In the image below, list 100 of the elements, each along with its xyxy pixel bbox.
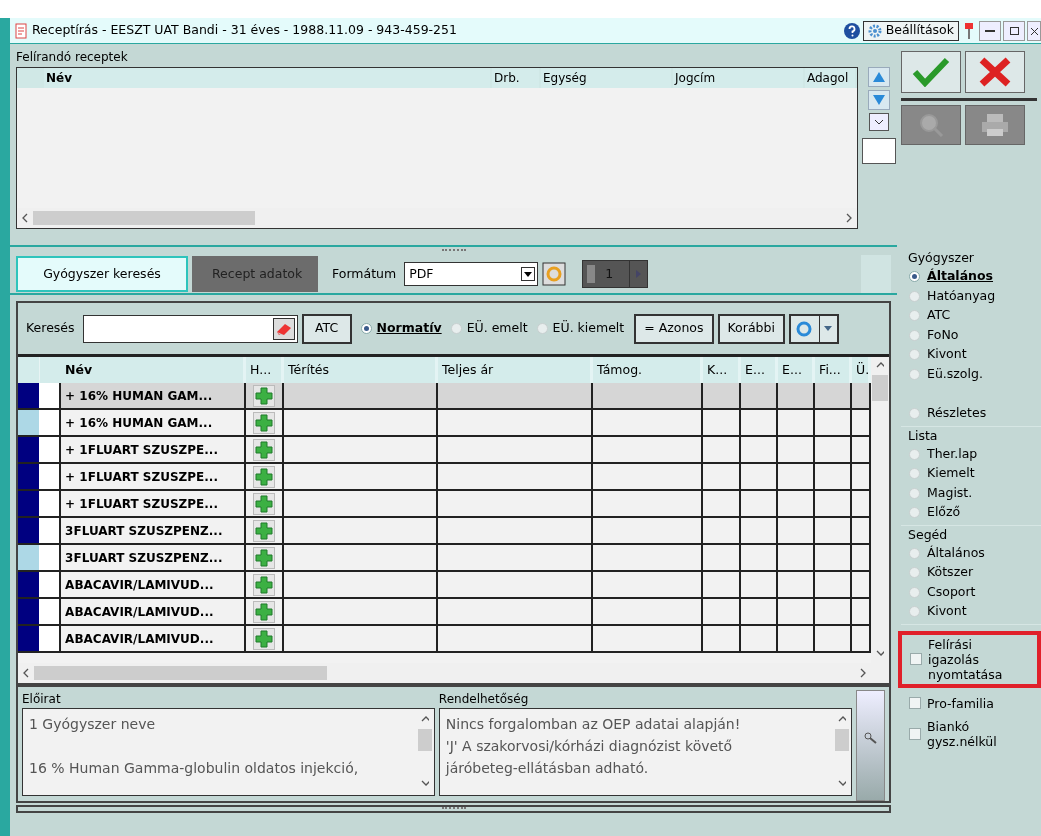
maximize-button[interactable] xyxy=(1003,20,1025,41)
text-line: 'J' A szakorvosi/kórházi diagnózist követő xyxy=(445,737,734,756)
radio-button[interactable] xyxy=(909,349,920,361)
radio-button[interactable] xyxy=(909,606,920,618)
radio-button[interactable] xyxy=(909,487,920,499)
column-header[interactable]: Egység xyxy=(541,68,671,88)
radio-button[interactable] xyxy=(909,507,920,519)
radio-label[interactable]: Kivont xyxy=(927,602,967,622)
chevron-left-icon[interactable] xyxy=(21,213,29,223)
chevron-right-icon[interactable] xyxy=(845,213,853,223)
radio-label[interactable]: FoNo xyxy=(927,325,959,345)
minimize-button[interactable] xyxy=(979,20,1001,41)
accept-button[interactable] xyxy=(901,51,961,93)
chevron-left-icon[interactable] xyxy=(22,668,30,678)
radio-button[interactable] xyxy=(909,586,920,598)
preview-button[interactable] xyxy=(901,105,961,145)
radio-button[interactable] xyxy=(909,448,920,460)
tab[interactable]: Gyógyszer keresés xyxy=(16,256,188,292)
plus-icon[interactable] xyxy=(254,574,275,595)
radio-button[interactable] xyxy=(450,323,462,334)
zoom-button[interactable] xyxy=(855,690,885,801)
radio-label[interactable]: Eü.szolg. xyxy=(927,364,983,384)
table-cell: ABACAVIR/LAMIVUD... xyxy=(61,599,247,624)
radio-label[interactable]: Általános xyxy=(927,267,993,287)
small-field[interactable] xyxy=(862,138,896,164)
format-label: Formátum xyxy=(332,264,397,283)
radio-label[interactable]: Normatív xyxy=(376,319,442,338)
column-header[interactable]: Adagol xyxy=(805,68,855,88)
splitter-grip[interactable] xyxy=(16,805,891,813)
text-area[interactable]: 1 Gyógyszer neve 16 % Human Gamma-globulin oldatos injekció, xyxy=(22,708,435,796)
dropdown-arrow-icon xyxy=(824,326,833,331)
radio-label[interactable]: Általános xyxy=(927,543,985,563)
radio-label[interactable]: Magist. xyxy=(927,483,973,503)
radio-label[interactable]: ATC xyxy=(927,306,951,326)
radio-button[interactable] xyxy=(909,408,920,420)
scrollbar-thumb[interactable] xyxy=(417,729,432,751)
radio-label[interactable]: Kiemelt xyxy=(927,464,975,484)
move-up-button[interactable] xyxy=(868,67,890,87)
radio-label[interactable]: Ther.lap xyxy=(927,444,978,464)
print-button[interactable] xyxy=(965,105,1025,145)
table-cell: + 1FLUART SZUSZPE... xyxy=(61,491,247,516)
cancel-button[interactable] xyxy=(965,51,1025,93)
radio-button[interactable] xyxy=(360,323,372,334)
radio-label[interactable]: Csoport xyxy=(927,582,976,602)
table-cell: 3FLUART SZUSZPENZ... xyxy=(61,518,247,543)
help-icon[interactable] xyxy=(842,21,861,40)
radio-label[interactable]: Kötszer xyxy=(927,563,974,583)
radio-button[interactable] xyxy=(909,368,920,380)
attachment-icon[interactable] xyxy=(542,262,567,286)
scrollbar-thumb[interactable] xyxy=(834,729,849,751)
plus-icon[interactable] xyxy=(254,547,275,568)
format-select[interactable]: PDF xyxy=(404,262,539,286)
plus-icon[interactable] xyxy=(254,493,275,514)
eraser-icon[interactable] xyxy=(272,317,295,340)
radio-button[interactable] xyxy=(909,310,920,322)
search-field[interactable] xyxy=(82,314,298,343)
expand-button[interactable] xyxy=(869,113,889,131)
plus-icon[interactable] xyxy=(254,628,275,649)
radio-button[interactable] xyxy=(536,323,548,334)
text-area[interactable]: Nincs forgalomban az OEP adatai alapján! 'J' A szakorvosi/kórházi diagnózist követő járóbeteg-ellátásban adható. xyxy=(438,708,852,796)
radio-label[interactable]: Előző xyxy=(927,503,961,523)
plus-icon[interactable] xyxy=(254,520,275,541)
column-header[interactable]: Drb. xyxy=(492,68,539,88)
radio-button[interactable] xyxy=(909,468,920,480)
radio-button[interactable] xyxy=(909,547,920,559)
plus-icon[interactable] xyxy=(254,466,275,487)
checkbox-label[interactable]: Biankó gysz.nélkül xyxy=(927,718,1007,749)
checkbox[interactable] xyxy=(910,653,922,665)
dropdown-arrow-icon[interactable] xyxy=(524,271,533,277)
search-icon xyxy=(863,731,878,745)
radio-label[interactable]: Részletes xyxy=(927,404,987,424)
radio-button[interactable] xyxy=(909,329,920,341)
checkbox[interactable] xyxy=(909,697,921,709)
radio-button[interactable] xyxy=(909,567,920,579)
column-header[interactable]: Név xyxy=(44,68,490,88)
scrollbar-thumb[interactable] xyxy=(872,375,889,401)
radio-button[interactable] xyxy=(909,271,920,283)
table-cell: + 1FLUART SZUSZPE... xyxy=(61,437,247,462)
group-title: Gyógyszer xyxy=(907,249,975,267)
text-line: 1 Gyógyszer neve xyxy=(29,715,157,734)
atc-button[interactable]: ATC xyxy=(301,313,352,344)
column-header[interactable]: Jogcím xyxy=(673,68,803,88)
filter-button[interactable]: = Azonos xyxy=(634,313,714,344)
plus-icon[interactable] xyxy=(254,385,275,406)
radio-label[interactable]: EÜ. emelt xyxy=(466,319,528,338)
plus-icon[interactable] xyxy=(254,439,275,460)
refresh-dropdown-button[interactable] xyxy=(788,313,839,344)
filter-button[interactable]: Korábbi xyxy=(717,313,785,344)
chevron-right-icon[interactable] xyxy=(859,668,868,678)
radio-label[interactable]: Kivont xyxy=(927,345,967,365)
checkbox-label[interactable]: Pro-familia xyxy=(927,695,1007,711)
settings-button[interactable]: Beállítások xyxy=(862,20,959,41)
radio-label[interactable]: EÜ. kiemelt xyxy=(552,319,625,338)
radio-button[interactable] xyxy=(909,290,920,302)
vertical-scrollbar[interactable] xyxy=(871,357,889,683)
plus-icon[interactable] xyxy=(254,412,275,433)
checkbox[interactable] xyxy=(909,727,921,740)
close-button[interactable] xyxy=(1027,20,1041,41)
plus-icon[interactable] xyxy=(254,601,275,622)
radio-label[interactable]: Hatóanyag xyxy=(927,286,996,306)
